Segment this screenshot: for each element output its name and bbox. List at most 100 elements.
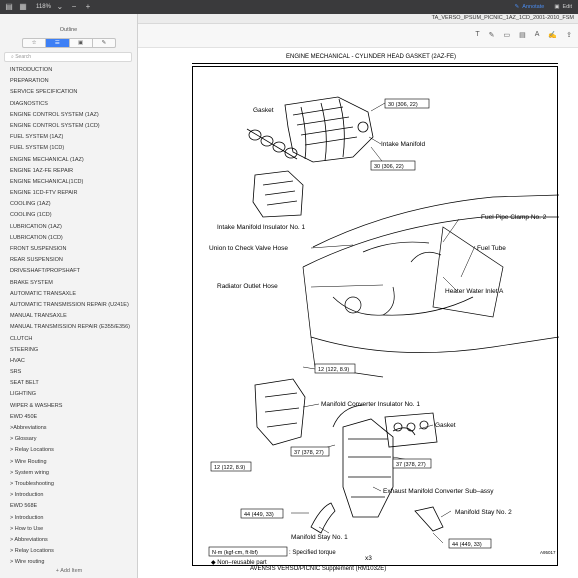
thumbnails-tab-icon[interactable]: ▣: [70, 39, 93, 47]
outline-item[interactable]: EWD 450E: [0, 412, 138, 423]
torque-mid-1-label: 12 (122, 8.9): [318, 367, 349, 373]
diagram-frame: Gasket 30 (306, 22) Intake Manifold 30 (…: [192, 66, 560, 566]
outline-item[interactable]: WIPER & WASHERS: [0, 401, 138, 412]
shapes-tool-icon[interactable]: ▭: [503, 31, 510, 39]
insulator-drawing: [252, 170, 304, 218]
outline-item[interactable]: COOLING (1CD): [0, 210, 138, 221]
outline-item[interactable]: >Abbreviations: [0, 423, 138, 434]
diagram-code: A95017: [540, 550, 556, 555]
outline-item[interactable]: > Introduction: [0, 490, 138, 501]
radiator-hose-label: Radiator Outlet Hose: [217, 283, 278, 290]
outline-item[interactable]: REAR SUSPENSION: [0, 255, 138, 266]
outline-item[interactable]: SEAT BELT: [0, 378, 138, 389]
outline-item[interactable]: > Relay Locations: [0, 546, 138, 557]
outline-item[interactable]: FRONT SUSPENSION: [0, 244, 138, 255]
page-header-text: ENGINE MECHANICAL - CYLINDER HEAD GASKET…: [286, 54, 457, 60]
outline-item[interactable]: DRIVESHAFT/PROPSHAFT: [0, 266, 138, 277]
intake-manifold-label: Intake Manifold: [381, 141, 425, 148]
outline-item[interactable]: FUEL SYSTEM (1CD): [0, 143, 138, 154]
share-tool-icon[interactable]: ⇪: [566, 31, 572, 39]
outline-item[interactable]: > How to Use: [0, 524, 138, 535]
app-window: ▤ ▦ 118% ⌄ − + ✎ Annotate ▣ Edit Outline…: [0, 0, 578, 578]
outline-item[interactable]: > Glossary: [0, 434, 138, 445]
outline-item[interactable]: FUEL SYSTEM (1AZ): [0, 132, 138, 143]
search-input[interactable]: ⌕ Search: [4, 52, 132, 62]
legend-torque-label: : Specified torque: [289, 550, 336, 556]
search-placeholder: Search: [15, 54, 32, 60]
heater-inlet-label: Heater Water Inlet A: [445, 288, 504, 295]
outline-item[interactable]: AUTOMATIC TRANSAXLE: [0, 289, 138, 300]
annotations-tab-icon[interactable]: ✎: [93, 39, 115, 47]
document-pane: TA_VERSO_IPSUM_PICNIC_1AZ_1CD_2001-2010_…: [138, 14, 578, 578]
fuel-tube-label: Fuel Tube: [477, 245, 506, 252]
outline-item[interactable]: AUTOMATIC TRANSMISSION REPAIR (U241E): [0, 300, 138, 311]
outline-item[interactable]: ENGINE CONTROL SYSTEM (1AZ): [0, 110, 138, 121]
outline-item[interactable]: ENGINE CONTROL SYSTEM (1CD): [0, 121, 138, 132]
manifold-stay-1-label: Manifold Stay No. 1: [291, 534, 348, 541]
exploded-diagram: Gasket 30 (306, 22) Intake Manifold 30 (…: [208, 96, 560, 566]
outline-item[interactable]: CLUTCH: [0, 334, 138, 345]
outline-item[interactable]: ENGINE MECHANICAL (1AZ): [0, 155, 138, 166]
outline-item[interactable]: INTRODUCTION: [0, 65, 138, 76]
annotate-button[interactable]: ✎ Annotate: [515, 4, 545, 10]
text-box-tool-icon[interactable]: A: [535, 31, 540, 39]
outline-item[interactable]: ENGINE MECHANICAL(1CD): [0, 177, 138, 188]
zoom-in-icon[interactable]: +: [83, 2, 93, 12]
outline-item[interactable]: > Wire routing: [0, 557, 138, 568]
outline-item[interactable]: SERVICE SPECIFICATION: [0, 87, 138, 98]
sidebar-toggle-icon[interactable]: ▤: [4, 2, 14, 12]
intake-insulator-label: Intake Manifold Insulator No. 1: [217, 224, 306, 231]
outline-item[interactable]: EWD 568E: [0, 501, 138, 512]
outline-item[interactable]: BRAKE SYSTEM: [0, 278, 138, 289]
zoom-out-icon[interactable]: −: [69, 2, 79, 12]
torque-mid-4-label: 12 (122, 8.9): [214, 465, 245, 471]
toolbar-right-group: ✎ Annotate ▣ Edit: [515, 0, 572, 14]
outline-item[interactable]: STEERING: [0, 345, 138, 356]
outline-item[interactable]: SRS: [0, 367, 138, 378]
chevron-down-icon[interactable]: ⌄: [55, 2, 65, 12]
x3-label: x3: [365, 555, 372, 562]
note-tool-icon[interactable]: ▤: [519, 31, 526, 39]
outline-item[interactable]: > Wire Routing: [0, 457, 138, 468]
pen-tool-icon[interactable]: ✎: [489, 31, 495, 39]
union-label: Union to Check Valve Hose: [209, 245, 288, 252]
sidebar-view-switcher: ☆ ☰ ▣ ✎: [22, 38, 116, 48]
torque-top-1-label: 30 (306, 22): [388, 102, 418, 108]
outline-item[interactable]: > Introduction: [0, 513, 138, 524]
add-item-button[interactable]: + Add Item: [0, 568, 138, 574]
gasket-mid-label: Gasket: [435, 422, 456, 429]
outline-item[interactable]: > Troubleshooting: [0, 479, 138, 490]
outline-item[interactable]: MANUAL TRANSAXLE: [0, 311, 138, 322]
markup-tools: T ✎ ▭ ▤ A ✍ ⇪: [475, 31, 572, 39]
outline-item[interactable]: > System wiring: [0, 468, 138, 479]
outline-tab-icon[interactable]: ☰: [46, 39, 70, 47]
outline-item[interactable]: > Abbreviations: [0, 535, 138, 546]
edit-button[interactable]: ▣ Edit: [554, 4, 572, 10]
search-icon: ⌕: [11, 54, 14, 60]
grid-view-icon[interactable]: ▦: [18, 2, 28, 12]
fuel-clamp-label: Fuel Pipe Clamp No. 2: [481, 214, 547, 221]
top-toolbar: ▤ ▦ 118% ⌄ − + ✎ Annotate ▣ Edit: [0, 0, 578, 14]
outline-item[interactable]: PREPARATION: [0, 76, 138, 87]
outline-item[interactable]: LUBRICATION (1AZ): [0, 222, 138, 233]
outline-item[interactable]: DIAGNOSTICS: [0, 99, 138, 110]
annotate-label: Annotate: [522, 4, 545, 10]
outline-item[interactable]: ENGINE 1AZ-FE REPAIR: [0, 166, 138, 177]
document-filename: TA_VERSO_IPSUM_PICNIC_1AZ_1CD_2001-2010_…: [431, 15, 574, 21]
zoom-level[interactable]: 118%: [36, 4, 51, 10]
signature-tool-icon[interactable]: ✍: [548, 31, 557, 39]
outline-item[interactable]: MANUAL TRANSMISSION REPAIR (E355/E356): [0, 322, 138, 333]
outline-item[interactable]: COOLING (1AZ): [0, 199, 138, 210]
sidebar-title: Outline: [59, 27, 78, 33]
page-edit-icon: ▣: [554, 4, 560, 10]
outline-item[interactable]: LIGHTING: [0, 389, 138, 400]
bookmark-tab-icon[interactable]: ☆: [23, 39, 47, 47]
gasket-top-label: Gasket: [253, 107, 274, 114]
outline-item[interactable]: > Relay Locations: [0, 445, 138, 456]
outline-item[interactable]: HVAC: [0, 356, 138, 367]
outline-sidebar: Outline ☆ ☰ ▣ ✎ ⌕ Search INTRODUCTION PRE…: [0, 14, 138, 578]
outline-item[interactable]: ENGINE 1CD-FTV REPAIR: [0, 188, 138, 199]
document-titlebar: TA_VERSO_IPSUM_PICNIC_1AZ_1CD_2001-2010_…: [138, 14, 578, 24]
outline-item[interactable]: LUBRICATION (1CD): [0, 233, 138, 244]
text-tool-icon[interactable]: T: [475, 31, 479, 39]
